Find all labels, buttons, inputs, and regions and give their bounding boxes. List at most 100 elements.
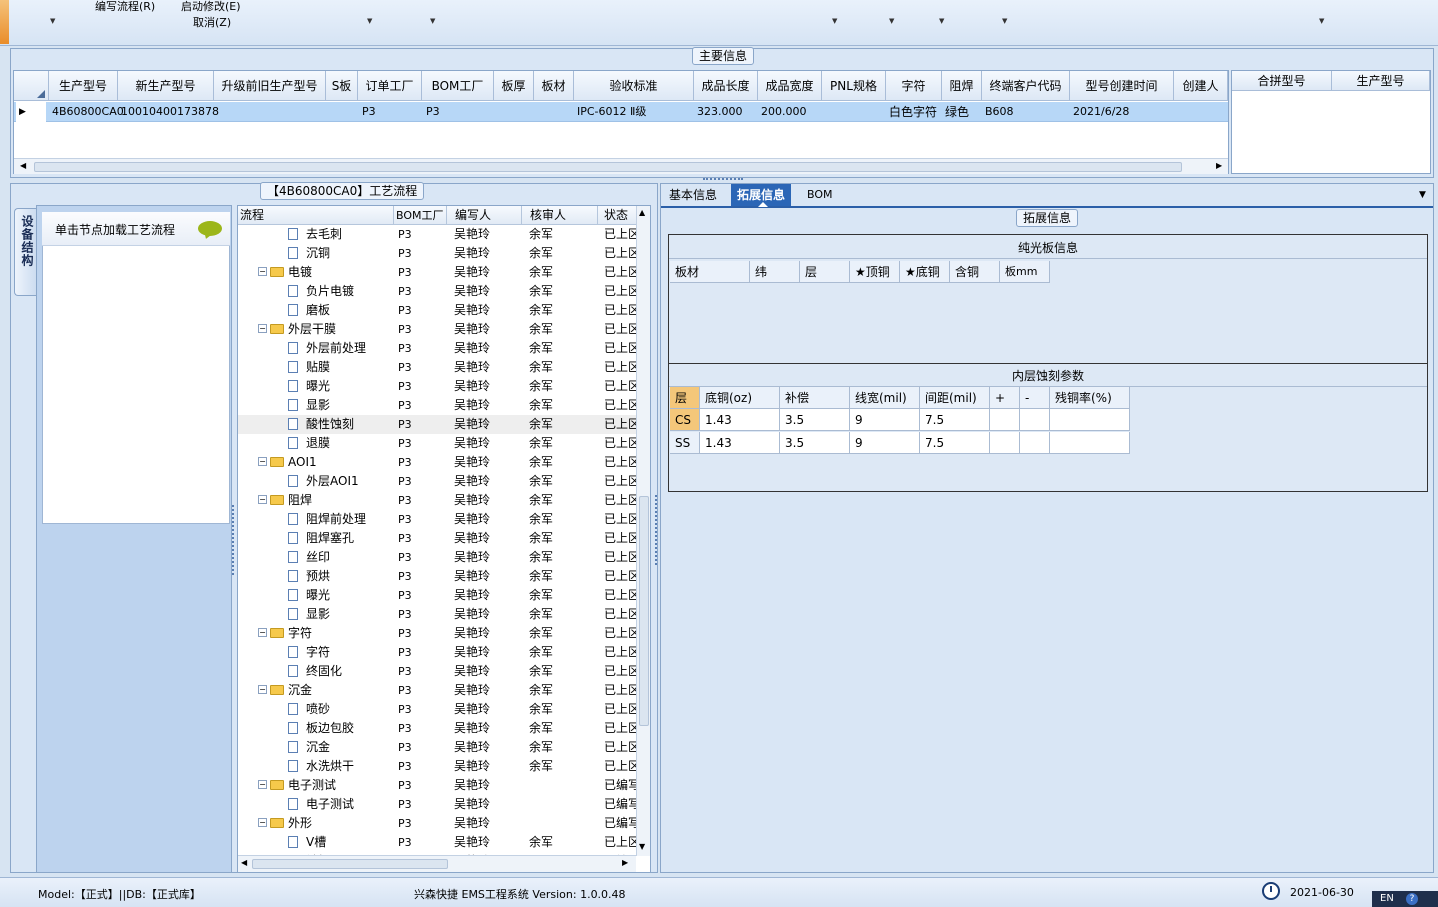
tree-row[interactable]: 磨板 P3 吴艳玲 余军 已上区 — [238, 301, 638, 320]
splitter-grip[interactable] — [655, 495, 659, 565]
col-header[interactable]: 新生产型号 — [118, 71, 214, 101]
cell-char[interactable]: 白色字符 — [886, 102, 942, 122]
s1-col-header[interactable]: 板材 — [670, 261, 750, 283]
s2-cell[interactable] — [1050, 432, 1130, 454]
s2-cell[interactable]: 1.43 — [700, 409, 780, 431]
s2-col-header[interactable]: 间距(mil) — [920, 387, 990, 409]
tree-row[interactable]: 阻焊塞孔 P3 吴艳玲 余军 已上区 — [238, 529, 638, 548]
tree-row[interactable]: V槽 P3 吴艳玲 余军 已上区 — [238, 833, 638, 852]
s2-cell[interactable]: 9 — [850, 432, 920, 454]
tree-col-header[interactable]: BOM工厂 — [394, 206, 447, 225]
tree-row[interactable]: 水洗烘干 P3 吴艳玲 余军 已上区 — [238, 757, 638, 776]
col-header[interactable]: 生产型号 — [1332, 71, 1430, 91]
tree-row[interactable]: 沉铜 P3 吴艳玲 余军 已上区 — [238, 244, 638, 263]
tree-row[interactable]: − 沉金 P3 吴艳玲 余军 已上区 — [238, 681, 638, 700]
tree-row[interactable]: 退膜 P3 吴艳玲 余军 已上区 — [238, 434, 638, 453]
cell-prod-model[interactable]: 4B60800CA0 — [49, 102, 124, 122]
tree-row[interactable]: 贴膜 P3 吴艳玲 余军 已上区 — [238, 358, 638, 377]
tree-row[interactable]: 阻焊前处理 P3 吴艳玲 余军 已上区 — [238, 510, 638, 529]
tab-dropdown-icon[interactable]: ▼ — [1419, 190, 1426, 200]
tree-row[interactable]: 显影 P3 吴艳玲 余军 已上区 — [238, 396, 638, 415]
s2-col-header[interactable]: 残铜率(%) — [1050, 387, 1130, 409]
col-header[interactable]: 生产型号 — [49, 71, 118, 101]
cell-created[interactable]: 2021/6/28 — [1070, 102, 1174, 122]
tree-row[interactable]: − 外层干膜 P3 吴艳玲 余军 已上区 — [238, 320, 638, 339]
s2-cell[interactable] — [1020, 409, 1050, 431]
cell-bom-factory[interactable]: P3 — [422, 102, 494, 122]
col-header[interactable]: 创建人 — [1174, 71, 1228, 101]
s2-row-layer[interactable]: SS — [670, 432, 700, 454]
s2-cell[interactable] — [990, 432, 1020, 454]
s2-cell[interactable]: 7.5 — [920, 409, 990, 431]
scroll-left-icon[interactable]: ◀ — [20, 161, 26, 170]
start-modify-button[interactable]: 启动修改(E) — [181, 0, 241, 14]
dropdown-arrow-icon[interactable]: ▼ — [430, 17, 435, 25]
collapse-icon[interactable]: − — [258, 457, 267, 466]
s2-col-header[interactable]: 线宽(mil) — [850, 387, 920, 409]
dropdown-arrow-icon[interactable]: ▼ — [367, 17, 372, 25]
tree-row[interactable]: 显影 P3 吴艳玲 余军 已上区 — [238, 605, 638, 624]
s2-col-header[interactable]: - — [1020, 387, 1050, 409]
splitter-grip[interactable] — [232, 505, 236, 575]
s2-cell[interactable]: 3.5 — [780, 409, 850, 431]
tree-row[interactable]: − 电镀 P3 吴艳玲 余军 已上区 — [238, 263, 638, 282]
tree-row[interactable]: 曝光 P3 吴艳玲 余军 已上区 — [238, 377, 638, 396]
tree-row[interactable]: − 阻焊 P3 吴艳玲 余军 已上区 — [238, 491, 638, 510]
scroll-thumb[interactable] — [34, 162, 1182, 172]
tab-bom[interactable]: BOM — [801, 184, 839, 206]
collapse-icon[interactable]: − — [258, 818, 267, 827]
s2-col-header[interactable]: 层 — [670, 387, 700, 409]
tree-row[interactable]: 曝光 P3 吴艳玲 余军 已上区 — [238, 586, 638, 605]
tree-row[interactable]: 喷砂 P3 吴艳玲 余军 已上区 — [238, 700, 638, 719]
s2-cell[interactable] — [1050, 409, 1130, 431]
col-header[interactable]: 板材 — [534, 71, 574, 101]
tree-row[interactable]: 板边包胶 P3 吴艳玲 余军 已上区 — [238, 719, 638, 738]
tree-row[interactable]: 负片电镀 P3 吴艳玲 余军 已上区 — [238, 282, 638, 301]
cell-width[interactable]: 200.000 — [758, 102, 822, 122]
s2-col-header[interactable]: + — [990, 387, 1020, 409]
cell-standard[interactable]: IPC-6012 Ⅱ级 — [574, 102, 694, 122]
s2-cell[interactable]: 7.5 — [920, 432, 990, 454]
tree-vscrollbar[interactable]: ▲ ▼ — [636, 206, 650, 856]
ime-indicator[interactable]: EN ? — [1372, 891, 1438, 907]
dropdown-arrow-icon[interactable]: ▼ — [50, 17, 55, 25]
col-header[interactable]: 板厚 — [494, 71, 534, 101]
tree-col-header[interactable]: 核审人 — [522, 206, 598, 225]
col-header[interactable]: 成品宽度 — [758, 71, 822, 101]
nav-item-load-process[interactable]: 单击节点加载工艺流程 — [42, 212, 230, 246]
s1-col-header[interactable]: 含铜 — [950, 261, 1000, 283]
tree-row[interactable]: 沉金 P3 吴艳玲 余军 已上区 — [238, 738, 638, 757]
col-header[interactable]: 订单工厂 — [358, 71, 422, 101]
col-header[interactable]: 合拼型号 — [1232, 71, 1332, 91]
col-header[interactable]: PNL规格 — [822, 71, 886, 101]
col-header[interactable]: 型号创建时间 — [1070, 71, 1174, 101]
col-header[interactable]: 阻焊 — [942, 71, 982, 101]
tree-row[interactable]: − 字符 P3 吴艳玲 余军 已上区 — [238, 624, 638, 643]
s2-cell[interactable] — [1020, 432, 1050, 454]
tree-row[interactable]: 字符 P3 吴艳玲 余军 已上区 — [238, 643, 638, 662]
tree-row[interactable]: 外层AOI1 P3 吴艳玲 余军 已上区 — [238, 472, 638, 491]
tree-row[interactable]: − 外形 P3 吴艳玲 已编写 — [238, 814, 638, 833]
cell-new-model[interactable]: 10010400173878 — [118, 102, 219, 122]
cell-customer[interactable]: B608 — [982, 102, 1070, 122]
col-header[interactable]: 升级前旧生产型号 — [214, 71, 326, 101]
scroll-thumb[interactable] — [252, 859, 448, 869]
grid-corner[interactable] — [14, 71, 49, 101]
col-header[interactable]: 字符 — [886, 71, 942, 101]
s2-cell[interactable]: 3.5 — [780, 432, 850, 454]
scroll-right-icon[interactable]: ▶ — [1216, 161, 1222, 170]
write-process-button[interactable]: 编写流程(R) — [95, 0, 155, 14]
s2-cell[interactable] — [990, 409, 1020, 431]
tree-row[interactable]: 预烘 P3 吴艳玲 余军 已上区 — [238, 567, 638, 586]
cell-length[interactable]: 323.000 — [694, 102, 758, 122]
s2-col-header[interactable]: 补偿 — [780, 387, 850, 409]
s1-col-header[interactable]: 层 — [800, 261, 850, 283]
s2-row-layer[interactable]: CS — [670, 409, 700, 431]
tree-col-header[interactable]: 流程 — [238, 206, 394, 225]
s2-col-header[interactable]: 底铜(oz) — [700, 387, 780, 409]
scroll-up-icon[interactable]: ▲ — [639, 208, 645, 217]
scroll-right-icon[interactable]: ▶ — [622, 858, 628, 867]
dropdown-arrow-icon[interactable]: ▼ — [889, 17, 894, 25]
col-header[interactable]: 终端客户代码 — [982, 71, 1070, 101]
dropdown-arrow-icon[interactable]: ▼ — [1002, 17, 1007, 25]
